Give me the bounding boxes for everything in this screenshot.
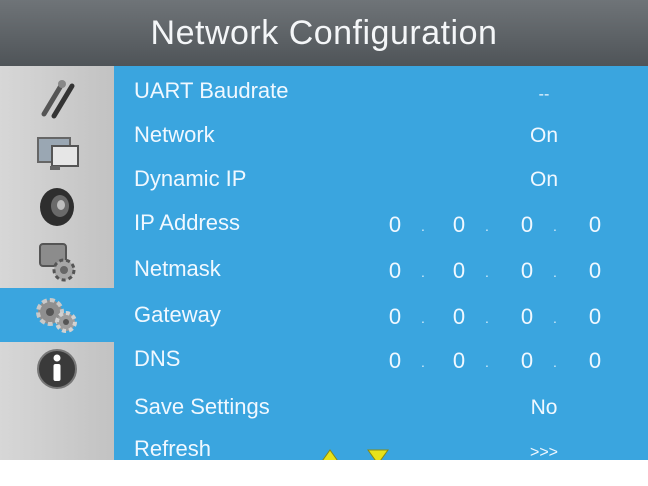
dns-octet[interactable]: 0 bbox=[512, 348, 542, 374]
octet-separator: . bbox=[553, 354, 557, 370]
menu-title: Network Configuration bbox=[150, 13, 498, 52]
gateway-octet[interactable]: 0 bbox=[580, 304, 610, 330]
dns-field[interactable]: 0 . 0 . 0 . 0 bbox=[134, 342, 634, 378]
setting-value[interactable]: No bbox=[474, 396, 614, 420]
setting-value[interactable]: On bbox=[474, 168, 614, 192]
octet-separator: . bbox=[421, 354, 425, 370]
octet-separator: . bbox=[421, 218, 425, 234]
dns-octet[interactable]: 0 bbox=[380, 348, 410, 374]
netmask-octet[interactable]: 0 bbox=[380, 258, 410, 284]
dns-octet[interactable]: 0 bbox=[444, 348, 474, 374]
gateway-octet[interactable]: 0 bbox=[380, 304, 410, 330]
sidebar-item-info[interactable] bbox=[0, 342, 114, 396]
octet-separator: . bbox=[485, 218, 489, 234]
setting-value[interactable]: -- bbox=[474, 86, 614, 104]
setting-label: Network bbox=[134, 122, 215, 147]
tools-icon bbox=[41, 80, 75, 119]
osd-menu: Network Configuration UART Baudrate -- N… bbox=[0, 0, 648, 460]
setting-label: Save Settings bbox=[134, 394, 270, 419]
title-bar: Network Configuration bbox=[0, 0, 648, 66]
octet-separator: . bbox=[485, 264, 489, 280]
setting-row-netmask[interactable]: Netmask 0 . 0 . 0 . 0 bbox=[134, 252, 634, 288]
setting-value[interactable]: >>> bbox=[474, 444, 614, 460]
up-arrow-icon bbox=[322, 449, 338, 460]
gateway-octet[interactable]: 0 bbox=[512, 304, 542, 330]
netmask-octet[interactable]: 0 bbox=[580, 258, 610, 284]
speaker-icon bbox=[40, 188, 74, 226]
ip-octet[interactable]: 0 bbox=[444, 212, 474, 238]
network-gears-icon bbox=[36, 298, 77, 333]
sidebar-item-display[interactable] bbox=[0, 126, 114, 180]
octet-separator: . bbox=[421, 310, 425, 326]
setting-label: Dynamic IP bbox=[134, 166, 247, 191]
setting-row-save-settings[interactable]: Save Settings No bbox=[134, 390, 634, 426]
info-icon bbox=[37, 349, 77, 389]
display-icon bbox=[37, 137, 79, 170]
setting-label: UART Baudrate bbox=[134, 78, 289, 103]
gateway-field[interactable]: 0 . 0 . 0 . 0 bbox=[134, 298, 634, 334]
octet-separator: . bbox=[485, 354, 489, 370]
ip-address-field[interactable]: 0 . 0 . 0 . 0 bbox=[134, 206, 634, 242]
setting-row-ip-address[interactable]: IP Address 0 . 0 . 0 . 0 bbox=[134, 206, 634, 242]
netmask-field[interactable]: 0 . 0 . 0 . 0 bbox=[134, 252, 634, 288]
dns-octet[interactable]: 0 bbox=[580, 348, 610, 374]
ip-octet[interactable]: 0 bbox=[580, 212, 610, 238]
ip-octet[interactable]: 0 bbox=[512, 212, 542, 238]
octet-separator: . bbox=[553, 264, 557, 280]
netmask-octet[interactable]: 0 bbox=[512, 258, 542, 284]
nav-arrows bbox=[322, 449, 389, 460]
setting-label: Refresh bbox=[134, 436, 212, 460]
gateway-octet[interactable]: 0 bbox=[444, 304, 474, 330]
setting-value[interactable]: On bbox=[474, 124, 614, 148]
setting-row-network[interactable]: Network On bbox=[134, 118, 634, 154]
octet-separator: . bbox=[553, 218, 557, 234]
sidebar-item-network[interactable] bbox=[0, 288, 114, 342]
sidebar bbox=[0, 66, 114, 460]
netmask-octet[interactable]: 0 bbox=[444, 258, 474, 284]
down-arrow-icon bbox=[367, 449, 389, 460]
octet-separator: . bbox=[485, 310, 489, 326]
setting-row-dynamic-ip[interactable]: Dynamic IP On bbox=[134, 162, 634, 198]
octet-separator: . bbox=[421, 264, 425, 280]
sidebar-item-audio[interactable] bbox=[0, 180, 114, 234]
sidebar-item-settings[interactable] bbox=[0, 234, 114, 288]
settings-icon bbox=[39, 243, 76, 282]
octet-separator: . bbox=[553, 310, 557, 326]
setting-row-uart-baudrate[interactable]: UART Baudrate -- bbox=[134, 74, 634, 110]
ip-octet[interactable]: 0 bbox=[380, 212, 410, 238]
setting-row-gateway[interactable]: Gateway 0 . 0 . 0 . 0 bbox=[134, 298, 634, 334]
setting-row-dns[interactable]: DNS 0 . 0 . 0 . 0 bbox=[134, 342, 634, 378]
sidebar-item-tools[interactable] bbox=[0, 72, 114, 126]
